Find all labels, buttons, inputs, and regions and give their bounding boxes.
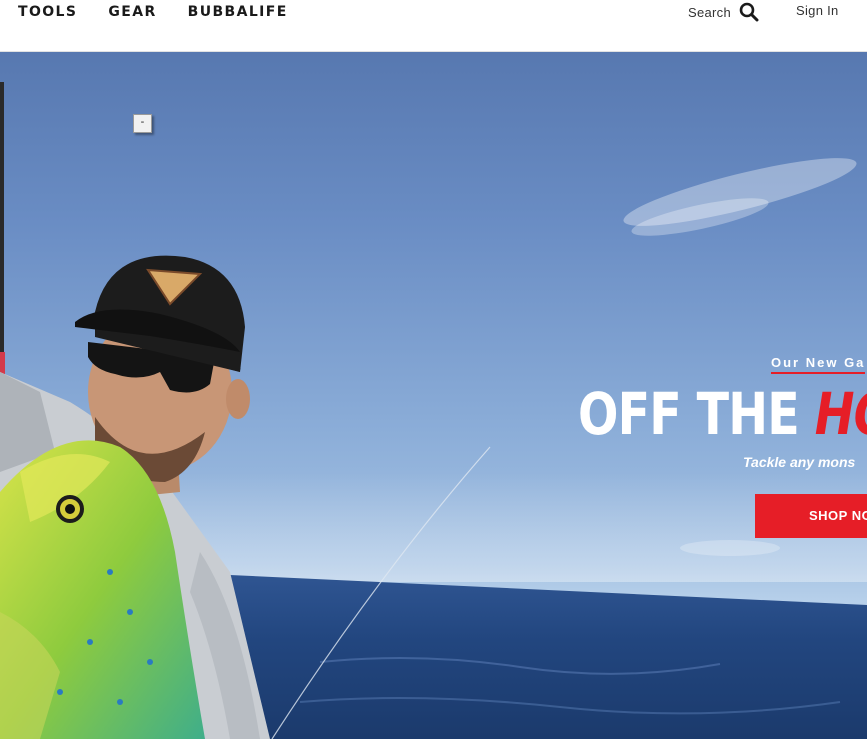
nav-item-tools[interactable]: TOOLS	[18, 3, 77, 21]
nav-item-gear[interactable]: GEAR	[108, 3, 156, 21]
shop-now-button[interactable]: SHOP NOW	[755, 494, 867, 538]
search-label: Search	[688, 4, 731, 20]
site-header: TOOLS GEAR BUBBALIFE Search Sign In	[0, 0, 867, 52]
hero-headline: OFF THE HO	[578, 374, 867, 454]
main-nav: TOOLS GEAR BUBBALIFE	[18, 3, 319, 21]
hero-eyebrow: Our New Ga	[771, 355, 866, 374]
hero-subhead: Tackle any mons	[743, 454, 856, 470]
sign-in-link[interactable]: Sign In	[796, 3, 839, 18]
search-button[interactable]: Search	[688, 2, 759, 22]
nav-item-bubbalife[interactable]: BUBBALIFE	[188, 3, 288, 21]
headline-accent: HO	[814, 380, 867, 448]
search-icon	[739, 2, 759, 22]
headline-part-1: OFF THE	[578, 380, 815, 448]
hero-banner: - Our New Ga OFF THE HO Tackle any mons …	[0, 52, 867, 739]
collapse-button[interactable]: -	[133, 114, 152, 133]
